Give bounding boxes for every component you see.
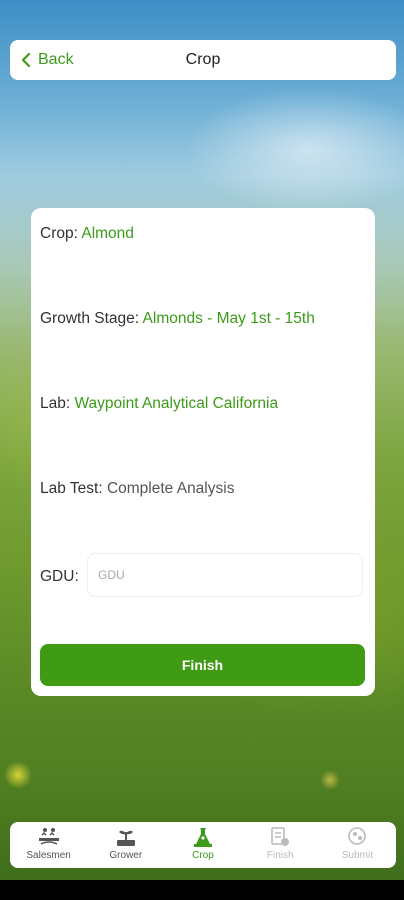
grower-icon: [116, 830, 135, 846]
gdu-input[interactable]: [87, 553, 363, 597]
chevron-left-icon: [21, 52, 31, 68]
growth-stage-value[interactable]: Almonds - May 1st - 15th: [143, 310, 315, 327]
salesmen-icon: [38, 828, 59, 845]
gdu-label: GDU:: [40, 568, 79, 585]
crop-value[interactable]: Almond: [81, 225, 134, 242]
crop-field: Crop: Almond: [40, 225, 134, 243]
lab-test-value[interactable]: Complete Analysis: [107, 480, 235, 497]
tab-submit[interactable]: Submit: [319, 822, 396, 868]
lab-test-field: Lab Test: Complete Analysis: [40, 480, 234, 498]
tab-finish[interactable]: Finish: [242, 822, 319, 868]
finish-button[interactable]: Finish: [40, 644, 365, 686]
crop-form-card: Crop: Almond Growth Stage: Almonds - May…: [31, 208, 375, 696]
tab-salesmen[interactable]: Salesmen: [10, 822, 87, 868]
growth-stage-field: Growth Stage: Almonds - May 1st - 15th: [40, 310, 315, 328]
lab-label: Lab:: [40, 395, 71, 412]
header-bar: Back Crop: [10, 40, 396, 80]
bottom-tab-bar: Salesmen Grower Crop Finish Submit: [10, 822, 396, 868]
tab-grower-label: Grower: [109, 850, 143, 861]
tab-finish-label: Finish: [266, 850, 294, 861]
growth-stage-label: Growth Stage:: [40, 310, 140, 327]
tab-crop-label: Crop: [192, 850, 214, 861]
back-label: Back: [38, 51, 74, 68]
back-button[interactable]: Back: [20, 40, 74, 80]
crop-label: Crop:: [40, 225, 78, 242]
lab-value[interactable]: Waypoint Analytical California: [74, 395, 278, 412]
tab-submit-label: Submit: [341, 850, 373, 861]
tab-salesmen-label: Salesmen: [26, 850, 71, 861]
submit-icon: [348, 827, 367, 845]
finish-icon: [271, 827, 290, 846]
lab-test-label: Lab Test:: [40, 480, 103, 497]
system-nav-bar: [0, 880, 404, 900]
tab-grower[interactable]: Grower: [87, 822, 164, 868]
lab-field: Lab: Waypoint Analytical California: [40, 395, 278, 413]
tab-crop[interactable]: Crop: [164, 822, 241, 868]
crop-icon: [194, 828, 212, 847]
